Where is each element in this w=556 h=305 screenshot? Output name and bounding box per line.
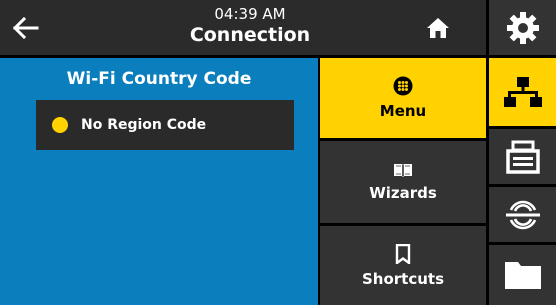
- printer-icon: [505, 140, 540, 174]
- clock-time: 04:39 AM: [214, 5, 286, 23]
- home-icon: [427, 18, 449, 38]
- tab-print[interactable]: [489, 129, 556, 184]
- header-title-block: 04:39 AM Connection: [150, 6, 350, 45]
- bookmark-icon: [395, 243, 411, 264]
- folder-icon: [504, 262, 541, 289]
- radio-selected-icon: [52, 117, 68, 133]
- shortcuts-button[interactable]: Shortcuts: [320, 226, 486, 305]
- wizards-button-label: Wizards: [369, 184, 437, 202]
- section-title: Wi-Fi Country Code: [66, 69, 252, 89]
- rfid-icon: [505, 200, 540, 229]
- tab-storage[interactable]: [489, 245, 556, 305]
- wizards-button[interactable]: Wizards: [320, 141, 486, 223]
- menu-grid-icon: [393, 76, 413, 96]
- gear-icon: [506, 11, 539, 44]
- option-label: No Region Code: [81, 117, 207, 133]
- back-button[interactable]: [6, 10, 46, 46]
- tab-connection[interactable]: [489, 58, 556, 126]
- menu-button[interactable]: Menu: [320, 58, 486, 138]
- printer-screen: 04:39 AM Connection Wi-Fi Country Code N…: [0, 0, 556, 305]
- arrow-left-icon: [13, 17, 39, 39]
- header-bar: 04:39 AM Connection: [0, 0, 486, 55]
- menu-button-label: Menu: [379, 102, 427, 120]
- page-title: Connection: [189, 24, 311, 46]
- home-button[interactable]: [418, 10, 458, 46]
- option-no-region-code[interactable]: No Region Code: [36, 100, 294, 150]
- tab-settings[interactable]: [489, 0, 556, 55]
- tab-rfid[interactable]: [489, 187, 556, 242]
- book-icon: [394, 164, 412, 177]
- main-menu-column: Menu Wizards Shortcuts: [320, 58, 486, 305]
- content-panel: Wi-Fi Country Code No Region Code: [0, 58, 318, 305]
- shortcuts-button-label: Shortcuts: [361, 269, 445, 288]
- network-icon: [503, 77, 542, 107]
- category-tabs: [489, 0, 556, 305]
